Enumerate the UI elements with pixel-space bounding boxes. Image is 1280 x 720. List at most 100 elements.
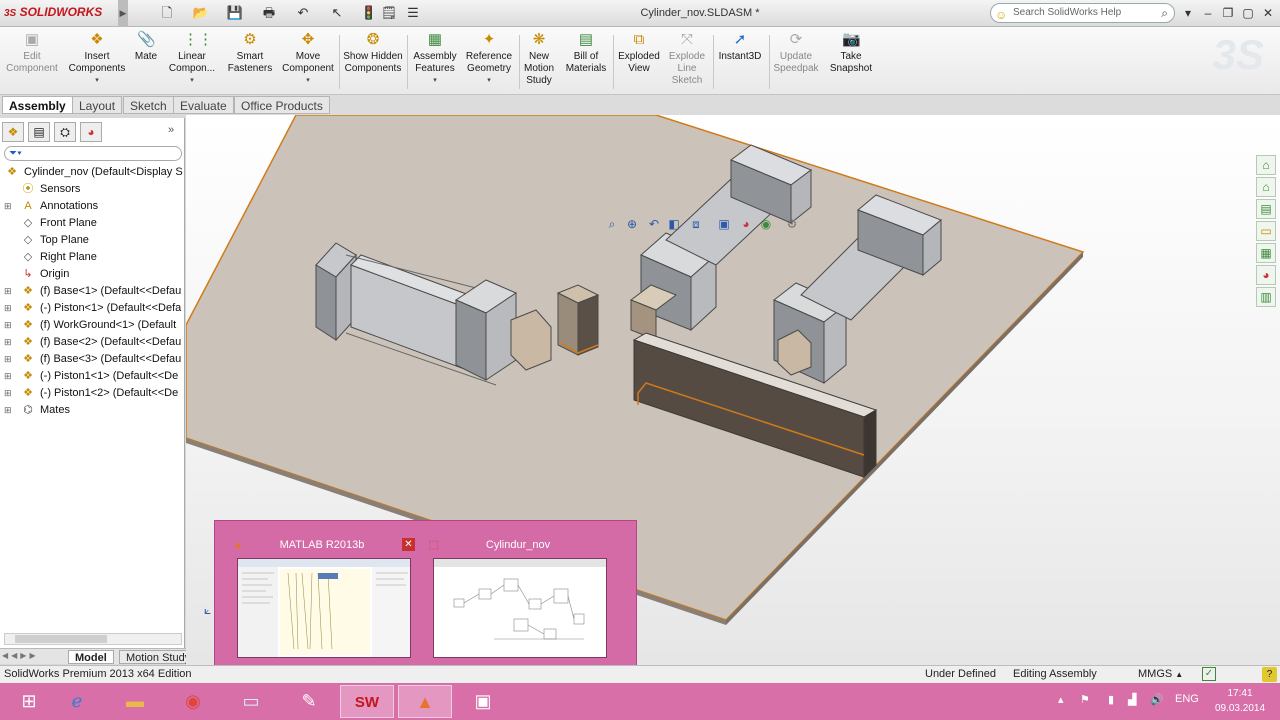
close-icon[interactable]: ✕	[1260, 5, 1276, 21]
volume-icon[interactable]: 🔊	[1150, 693, 1164, 706]
task-pane-file-explorer-icon[interactable]: ▭	[1256, 221, 1276, 241]
unit-system-selector[interactable]: MMGS ▲	[1138, 666, 1183, 683]
section-view-icon[interactable]: ◧	[666, 216, 682, 232]
tree-node[interactable]: ⊞ A Annotations	[0, 198, 185, 215]
move-component-button[interactable]: ✥ Move Component ▾	[280, 31, 336, 87]
zoom-to-area-icon[interactable]: ⊕	[624, 216, 640, 232]
tab-layout[interactable]: Layout	[72, 96, 123, 114]
property-manager-icon[interactable]: ▤	[28, 122, 50, 142]
solidworks-logo[interactable]: 3S SOLIDWORKS	[4, 5, 102, 19]
tree-node[interactable]: ⦿ Sensors	[0, 181, 185, 198]
tile-view-icon[interactable]: ⧈	[1190, 115, 1197, 116]
reference-geometry-button[interactable]: ✦ Reference Geometry ▾	[462, 31, 516, 87]
tree-node[interactable]: ◇ Right Plane	[0, 249, 185, 266]
tree-node[interactable]: ◇ Front Plane	[0, 215, 185, 232]
task-pane-view-palette-icon[interactable]: ▦	[1256, 243, 1276, 263]
minimize-icon[interactable]: –	[1200, 5, 1216, 21]
matlab-icon[interactable]: ▲	[398, 685, 452, 718]
dropdown-arrow-icon[interactable]: ▾	[280, 75, 336, 87]
tree-node[interactable]: ⊞ ❖ (-) Piston1<1> (Default<<De	[0, 368, 185, 385]
viewport-restore-icon[interactable]: ❐	[1214, 115, 1224, 116]
tray-expand-icon[interactable]: ▴	[1058, 693, 1064, 706]
dropdown-arrow-icon[interactable]: ▾	[164, 75, 220, 87]
dropdown-arrow-icon[interactable]: ▾	[462, 75, 516, 87]
previous-view-icon[interactable]: ↶	[646, 216, 662, 232]
mate-button[interactable]: 📎 Mate	[130, 31, 162, 63]
restore-icon[interactable]: ❐	[1220, 5, 1236, 21]
print-icon[interactable]: 🖶	[258, 5, 280, 21]
windows-start-icon[interactable]: ⊞	[2, 685, 56, 718]
new-motion-study-button[interactable]: ❋ New Motion Study	[520, 31, 558, 87]
assembly-features-button[interactable]: ▦ Assembly Features ▾	[410, 31, 460, 87]
task-pane-home-icon[interactable]: ⌂	[1256, 177, 1276, 197]
folder-icon[interactable]: ▬	[108, 685, 162, 718]
monitor-icon[interactable]: ▭	[224, 685, 278, 718]
edit-appearance-icon[interactable]: ◉	[758, 216, 774, 232]
linear-pattern-button[interactable]: ⋮⋮ Linear Compon... ▾	[164, 31, 220, 87]
expand-toggle-icon[interactable]: ⊞	[4, 334, 12, 351]
take-snapshot-button[interactable]: 📷 Take Snapshot	[826, 31, 876, 75]
battery-icon[interactable]: ▮	[1108, 693, 1114, 706]
thumbnail-matlab[interactable]: ▲ MATLAB R2013b ✕	[227, 533, 417, 661]
hide-show-items-icon[interactable]: ◕	[738, 216, 754, 232]
expand-toggle-icon[interactable]: ⊞	[4, 368, 12, 385]
tree-node[interactable]: ◇ Top Plane	[0, 232, 185, 249]
tree-node[interactable]: ⊞ ❖ (f) Base<3> (Default<<Defau	[0, 351, 185, 368]
task-pane-custom-properties-icon[interactable]: ▥	[1256, 287, 1276, 307]
insert-components-button[interactable]: ❖ Insert Components ▾	[66, 31, 128, 87]
smart-fasteners-button[interactable]: ⚙ Smart Fasteners	[224, 31, 276, 75]
matlab-preview[interactable]	[237, 558, 411, 658]
tree-node[interactable]: ⊞ ❖ (-) Piston1<2> (Default<<De	[0, 385, 185, 402]
search-icon[interactable]: ⌕	[1161, 4, 1168, 22]
thumbnail-cylindur-nov[interactable]: ⬚ Cylindur_nov	[423, 533, 613, 661]
task-pane-appearances-icon[interactable]: ◕	[1256, 265, 1276, 285]
ie-icon[interactable]: ℯ	[50, 685, 104, 718]
tree-node[interactable]: ⊞ ❖ (f) WorkGround<1> (Default	[0, 317, 185, 334]
save-icon[interactable]: 💾	[224, 5, 246, 21]
simulink-preview[interactable]	[433, 558, 607, 658]
split-view-icon[interactable]: ⧉	[1166, 115, 1174, 116]
system-clock[interactable]: 17:41 09.03.2014	[1208, 686, 1272, 716]
expand-toggle-icon[interactable]: ⊞	[4, 351, 12, 368]
task-pane-design-library-icon[interactable]: ▤	[1256, 199, 1276, 219]
tree-node[interactable]: ❖ Cylinder_nov (Default<Display S	[0, 164, 185, 181]
dropdown-arrow-icon[interactable]: ▾	[66, 75, 128, 87]
new-document-icon[interactable]: 🗋	[156, 5, 178, 21]
expand-toggle-icon[interactable]: ⊞	[4, 283, 12, 300]
expand-toggle-icon[interactable]: ⊞	[4, 402, 12, 419]
file-properties-icon[interactable]: 🗒	[378, 5, 400, 21]
window-icon[interactable]: ▣	[456, 685, 510, 718]
menu-flyout-arrow-icon[interactable]: ▶	[118, 0, 128, 27]
explode-line-sketch-button[interactable]: ⤧ Explode Line Sketch	[664, 31, 710, 87]
status-help-icon[interactable]: ?	[1262, 667, 1277, 682]
view-orientation-icon[interactable]: ⧈	[688, 216, 704, 232]
tree-node[interactable]: ⊞ ❖ (-) Piston<1> (Default<<Defa	[0, 300, 185, 317]
zoom-to-fit-icon[interactable]: ⌕	[604, 216, 620, 232]
expand-toggle-icon[interactable]: ⊞	[4, 198, 12, 215]
select-icon[interactable]: ↖	[326, 5, 348, 21]
tree-horizontal-scrollbar[interactable]	[4, 633, 182, 645]
expand-toggle-icon[interactable]: ⊞	[4, 317, 12, 334]
update-speedpak-button[interactable]: ⟳ Update Speedpak	[770, 31, 822, 75]
expand-toggle-icon[interactable]: ⊞	[4, 385, 12, 402]
configuration-manager-icon[interactable]: ⛭	[54, 122, 76, 142]
help-search-input[interactable]: ☺ Search SolidWorks Help ⌕	[990, 3, 1175, 23]
help-dropdown-icon[interactable]: ▾	[1180, 5, 1196, 21]
expand-toggle-icon[interactable]: ⊞	[4, 300, 12, 317]
options-icon[interactable]: ☰	[402, 5, 424, 21]
tree-node[interactable]: ⊞ ⌬ Mates	[0, 402, 185, 419]
network-icon[interactable]: ▟	[1128, 693, 1136, 706]
rebuild-icon[interactable]: 🚦	[358, 5, 380, 21]
dropdown-arrow-icon[interactable]: ▾	[410, 75, 460, 87]
action-center-flag-icon[interactable]: ⚑	[1080, 693, 1090, 706]
tab-scroll-arrows-icon[interactable]: ◀◀▶▶	[2, 651, 39, 660]
feature-tree-icon[interactable]: ❖	[2, 122, 24, 142]
undo-icon[interactable]: ↶	[292, 5, 314, 21]
show-hidden-components-button[interactable]: ❂ Show Hidden Components	[342, 31, 404, 75]
viewport-close-icon[interactable]: ✕	[1232, 115, 1241, 116]
chrome-icon[interactable]: ◉	[166, 685, 220, 718]
tab-evaluate[interactable]: Evaluate	[173, 96, 234, 114]
language-indicator[interactable]: ENG	[1175, 693, 1199, 705]
tab-assembly[interactable]: Assembly	[2, 96, 73, 114]
maximize-icon[interactable]: ▢	[1240, 5, 1256, 21]
